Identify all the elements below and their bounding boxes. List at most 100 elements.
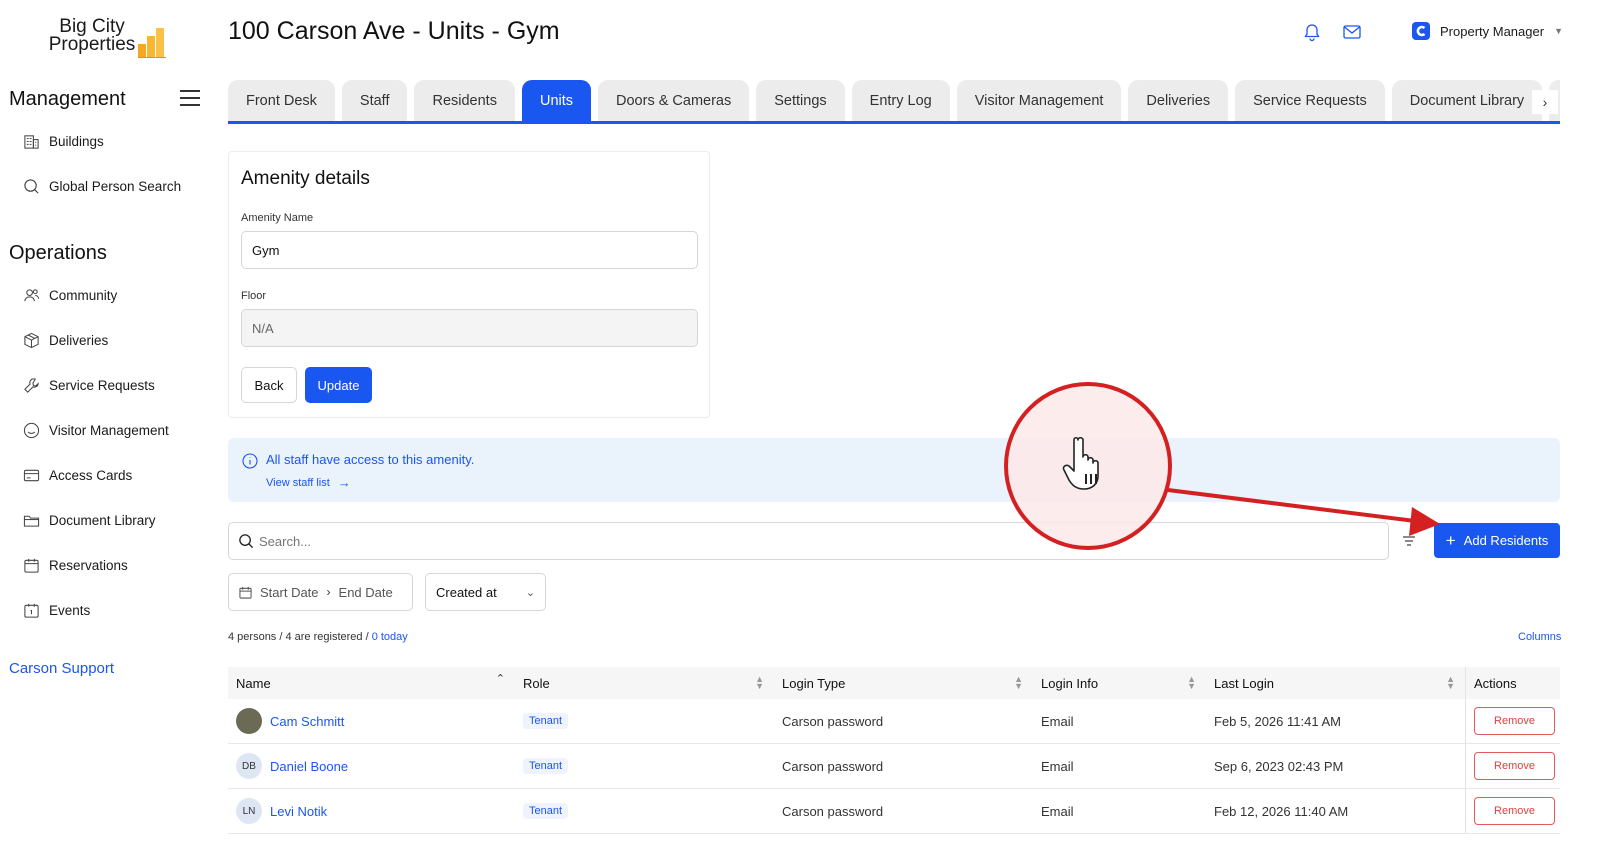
tab-document-library[interactable]: Document Library — [1391, 80, 1543, 121]
sort-select-value: Created at — [436, 584, 497, 600]
sidebar-item-reservations[interactable]: Reservations — [23, 553, 128, 577]
person-name-link[interactable]: Cam Schmitt — [270, 714, 344, 729]
sidebar-item-label: Service Requests — [49, 377, 155, 393]
remove-button[interactable]: Remove — [1474, 707, 1555, 735]
header-actions — [1302, 22, 1362, 42]
sort-icon: ▲ ▼ — [1446, 674, 1455, 691]
table-row: LN Levi Notik Tenant Carson password Email Fe… — [228, 789, 1560, 834]
sidebar-item-label: Deliveries — [49, 332, 109, 348]
tab-entry-log[interactable]: Entry Log — [851, 80, 950, 121]
login-type-cell: Carson password — [782, 713, 884, 729]
sidebar-item-document-library[interactable]: Document Library — [23, 508, 156, 532]
amenity-name-label: Amenity Name — [241, 212, 314, 224]
building-icon — [24, 134, 39, 149]
sort-asc-icon: ⌃ — [495, 673, 505, 685]
mail-icon[interactable] — [1342, 22, 1362, 42]
sidebar-item-service-requests[interactable]: Service Requests — [23, 373, 155, 397]
sort-icon: ▲ ▼ — [1187, 674, 1196, 691]
role-badge: Tenant — [523, 713, 569, 729]
add-residents-button[interactable]: + Add Residents — [1434, 523, 1560, 558]
header-label: Role — [523, 675, 550, 691]
avatar — [236, 708, 262, 734]
header-label: Login Type — [782, 675, 846, 691]
role-badge: Tenant — [523, 803, 569, 819]
floor-input[interactable] — [241, 309, 698, 347]
column-header-login-info[interactable]: Login Info ▲ ▼ — [1033, 667, 1206, 699]
header-label: Name — [236, 675, 271, 691]
floor-label: Floor — [241, 290, 267, 302]
role-cell: Tenant — [515, 699, 774, 743]
remove-button[interactable]: Remove — [1474, 797, 1555, 825]
actions-cell: Remove — [1465, 744, 1560, 788]
amenity-name-input[interactable] — [241, 231, 698, 269]
add-residents-label: Add Residents — [1463, 533, 1549, 548]
menu-toggle-icon[interactable] — [180, 90, 200, 108]
column-header-actions: Actions — [1465, 667, 1560, 699]
tab-scroll-right-icon[interactable]: › — [1532, 90, 1558, 114]
search-icon — [24, 178, 39, 194]
column-header-login-type[interactable]: Login Type ▲ ▼ — [774, 667, 1033, 699]
columns-link[interactable]: Columns — [1518, 631, 1561, 643]
sidebar: Big City Properties Management Buildings… — [0, 0, 215, 865]
date-range-picker[interactable]: Start Date › End Date — [228, 573, 413, 611]
sidebar-item-community[interactable]: Community — [23, 283, 117, 307]
column-header-name[interactable]: Name ⌃ — [228, 667, 515, 699]
calendar-icon — [24, 558, 39, 573]
tab-service-requests[interactable]: Service Requests — [1235, 80, 1385, 121]
sidebar-item-deliveries[interactable]: Deliveries — [23, 328, 108, 352]
column-header-role[interactable]: Role ▲ ▼ — [515, 667, 774, 699]
tab-doors-cameras[interactable]: Doors & Cameras — [598, 80, 750, 121]
staff-access-banner: All staff have access to this amenity. V… — [228, 438, 1560, 502]
view-staff-list-link[interactable]: View staff list → — [266, 475, 351, 490]
tab-settings[interactable]: Settings — [756, 80, 845, 121]
sidebar-item-global-person-search[interactable]: Global Person Search — [23, 174, 181, 198]
table-row: DB Daniel Boone Tenant Carson password Email… — [228, 744, 1560, 789]
today-count[interactable]: 0 today — [372, 631, 408, 643]
actions-cell: Remove — [1465, 699, 1560, 743]
page-title: 100 Carson Ave - Units - Gym — [228, 17, 560, 45]
login-info-cell: Email — [1041, 803, 1074, 819]
management-title: Management — [9, 88, 126, 110]
sidebar-item-label: Events — [49, 602, 91, 618]
card-title: Amenity details — [241, 168, 370, 189]
sidebar-item-label: Global Person Search — [49, 178, 182, 194]
brand-line-2: Properties — [48, 34, 136, 55]
sort-select[interactable]: Created at ⌄ — [425, 573, 546, 611]
role-cell: Tenant — [515, 744, 774, 788]
tab-staff[interactable]: Staff — [341, 80, 408, 121]
search-input[interactable] — [259, 524, 1379, 558]
bell-icon[interactable] — [1302, 22, 1322, 42]
carson-support-link[interactable]: Carson Support — [9, 660, 114, 677]
sidebar-item-buildings[interactable]: Buildings — [23, 129, 104, 153]
app-page: Big City Properties Management Buildings… — [0, 0, 1600, 865]
person-count-summary: 4 persons / 4 are registered / 0 today — [228, 631, 408, 643]
tab-visitor-management[interactable]: Visitor Management — [956, 80, 1122, 121]
remove-button[interactable]: Remove — [1474, 752, 1555, 780]
role-badge: Tenant — [523, 758, 569, 774]
calendar-icon — [239, 586, 252, 599]
sidebar-item-label: Reservations — [49, 557, 128, 573]
person-name-link[interactable]: Daniel Boone — [270, 759, 348, 774]
column-header-last-login[interactable]: Last Login ▲ ▼ — [1206, 667, 1465, 699]
update-button[interactable]: Update — [305, 367, 372, 403]
sidebar-item-visitor-management[interactable]: Visitor Management — [23, 418, 169, 442]
filter-icon[interactable] — [1402, 534, 1416, 548]
tab-residents[interactable]: Residents — [414, 80, 515, 121]
view-staff-list-label: View staff list — [266, 476, 330, 489]
sidebar-item-access-cards[interactable]: Access Cards — [23, 463, 132, 487]
search-box — [228, 522, 1389, 560]
person-name-link[interactable]: Levi Notik — [270, 804, 327, 819]
last-login-cell: Feb 12, 2026 11:40 AM — [1214, 803, 1349, 819]
start-date-placeholder: Start Date — [260, 584, 319, 600]
role-cell: Tenant — [515, 789, 774, 833]
sidebar-item-events[interactable]: Events — [23, 598, 90, 622]
brand-logo[interactable]: Big City Properties — [48, 17, 168, 62]
chevron-down-icon: ⌄ — [525, 586, 535, 599]
tab-deliveries[interactable]: Deliveries — [1128, 80, 1229, 121]
role-dropdown[interactable]: Property Manager ▼ — [1412, 22, 1563, 40]
tab-units[interactable]: Units — [521, 80, 592, 121]
table-row: Cam Schmitt Tenant Carson password Email Feb… — [228, 699, 1560, 744]
end-date-placeholder: End Date — [338, 584, 393, 600]
back-button[interactable]: Back — [241, 367, 297, 403]
tab-front-desk[interactable]: Front Desk — [228, 80, 335, 121]
